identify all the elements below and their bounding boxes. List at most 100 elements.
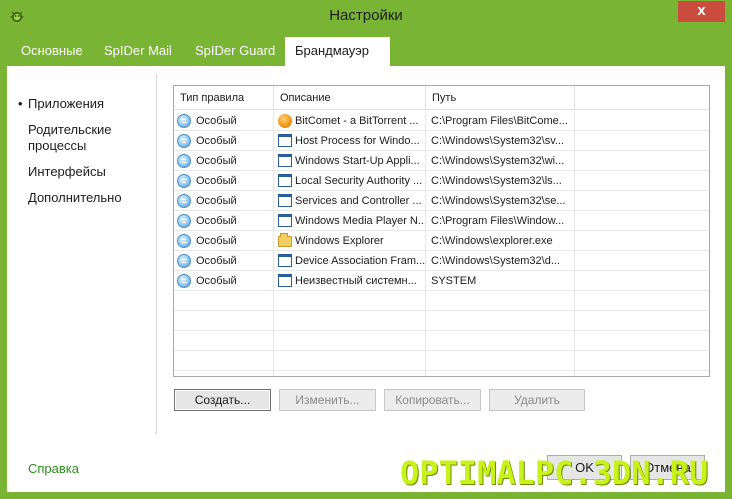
spare-cell <box>575 211 709 231</box>
table-row[interactable]: Особый Windows Explorer C:\Windows\explore… <box>174 231 709 251</box>
spare-cell <box>575 251 709 271</box>
column-header-path[interactable]: Путь <box>426 86 575 110</box>
spare-cell <box>575 231 709 251</box>
help-link[interactable]: Справка <box>28 461 79 476</box>
spare-cell <box>575 171 709 191</box>
rule-type-cell: Особый <box>174 111 274 131</box>
table-header: Тип правила Описание Путь <box>174 86 709 110</box>
tab-spider-guard[interactable]: SpIDer Guard <box>185 37 285 66</box>
empty-cell <box>426 311 575 331</box>
rule-type-icon <box>177 254 191 268</box>
description-cell: BitComet - a BitTorrent ... <box>274 111 426 131</box>
empty-cell <box>274 291 426 311</box>
rule-type-cell: Особый <box>174 271 274 291</box>
sidebar-item-parent-processes[interactable]: Родительские процессы <box>18 122 128 154</box>
table-row[interactable]: Особый Host Process for Windo... C:\Window… <box>174 131 709 151</box>
description-label: Local Security Authority ... <box>295 175 423 187</box>
table-row[interactable]: Особый Services and Controller ... C:\Wind… <box>174 191 709 211</box>
rule-type-icon <box>177 154 191 168</box>
path-cell: C:\Windows\System32\d... <box>426 251 575 271</box>
close-icon: x <box>697 2 706 19</box>
watermark: OPTIMALPC.3DN.RU <box>400 454 709 492</box>
rule-type-label: Особый <box>196 195 237 207</box>
window-icon <box>278 174 292 187</box>
description-label: Services and Controller ... <box>295 195 422 207</box>
edit-button[interactable]: Изменить... <box>279 389 376 411</box>
copy-button[interactable]: Копировать... <box>384 389 481 411</box>
sidebar-item-label: Родительские процессы <box>28 122 112 153</box>
create-button[interactable]: Создать... <box>174 389 271 411</box>
tab-firewall[interactable]: Брандмауэр <box>285 37 390 66</box>
sidebar-item-advanced[interactable]: Дополнительно <box>18 190 148 206</box>
description-cell: Windows Media Player N... <box>274 211 426 231</box>
title-bar: Настройки x <box>0 0 732 33</box>
column-header-description[interactable]: Описание <box>274 86 426 110</box>
sidebar-item-label: Интерфейсы <box>28 164 106 179</box>
empty-cell <box>426 371 575 376</box>
window-icon <box>278 134 292 147</box>
rule-type-icon <box>177 174 191 188</box>
rule-type-label: Особый <box>196 235 237 247</box>
empty-cell <box>174 331 274 351</box>
table-row[interactable]: Особый BitComet - a BitTorrent ... C:\Prog… <box>174 111 709 131</box>
empty-cell <box>575 331 709 351</box>
empty-cell <box>274 331 426 351</box>
empty-table-row <box>174 331 709 351</box>
description-label: Windows Start-Up Appli... <box>295 155 420 167</box>
tab-bar: Основные SpIDer Mail SpIDer Guard Брандм… <box>0 33 732 66</box>
window-icon <box>278 194 292 207</box>
window-icon <box>278 214 292 227</box>
description-cell: Device Association Fram... <box>274 251 426 271</box>
rule-type-icon <box>177 134 191 148</box>
window-title: Настройки <box>329 7 403 24</box>
table-row[interactable]: Особый Windows Start-Up Appli... C:\Window… <box>174 151 709 171</box>
path-cell: C:\Program Files\Window... <box>426 211 575 231</box>
description-label: BitComet - a BitTorrent ... <box>295 115 419 127</box>
description-cell: Windows Explorer <box>274 231 426 251</box>
close-button[interactable]: x <box>678 1 725 22</box>
empty-cell <box>426 291 575 311</box>
description-label: Device Association Fram... <box>295 255 426 267</box>
rule-type-cell: Особый <box>174 211 274 231</box>
frame-border-bottom <box>0 492 732 499</box>
rule-type-label: Особый <box>196 275 237 287</box>
rule-type-icon <box>177 274 191 288</box>
description-cell: Services and Controller ... <box>274 191 426 211</box>
sidebar-item-interfaces[interactable]: Интерфейсы <box>18 164 148 180</box>
path-cell: SYSTEM <box>426 271 575 291</box>
sidebar-item-label: Дополнительно <box>28 190 122 205</box>
table-row[interactable]: Особый Device Association Fram... C:\Windo… <box>174 251 709 271</box>
empty-table-row <box>174 291 709 311</box>
path-cell: C:\Windows\System32\wi... <box>426 151 575 171</box>
empty-cell <box>575 311 709 331</box>
table-row[interactable]: Особый Windows Media Player N... C:\Progra… <box>174 211 709 231</box>
spare-cell <box>575 111 709 131</box>
path-cell: C:\Windows\System32\ls... <box>426 171 575 191</box>
table-row[interactable]: Особый Local Security Authority ... C:\Win… <box>174 171 709 191</box>
rule-type-label: Особый <box>196 175 237 187</box>
path-cell: C:\Windows\System32\se... <box>426 191 575 211</box>
empty-cell <box>426 331 575 351</box>
rule-type-icon <box>177 194 191 208</box>
tab-spider-mail[interactable]: SpIDer Mail <box>94 37 182 66</box>
folder-explorer-icon <box>278 233 292 247</box>
rules-table[interactable]: Тип правила Описание Путь Особый BitComet… <box>173 85 710 377</box>
rule-type-label: Особый <box>196 115 237 127</box>
description-label: Неизвестный системн... <box>295 275 417 287</box>
empty-cell <box>575 371 709 376</box>
sidebar-item-applications[interactable]: • Приложения <box>18 96 148 112</box>
delete-button[interactable]: Удалить <box>489 389 585 411</box>
column-header-spare <box>575 86 709 110</box>
spare-cell <box>575 191 709 211</box>
table-row[interactable]: Особый Неизвестный системн... SYSTEM <box>174 271 709 291</box>
rule-type-cell: Особый <box>174 191 274 211</box>
empty-cell <box>426 351 575 371</box>
empty-cell <box>174 351 274 371</box>
column-header-rule-type[interactable]: Тип правила <box>174 86 274 110</box>
empty-cell <box>174 291 274 311</box>
spare-cell <box>575 271 709 291</box>
window-icon <box>278 274 292 287</box>
window-icon <box>278 154 292 167</box>
tab-general[interactable]: Основные <box>11 37 93 66</box>
description-label: Host Process for Windo... <box>295 135 420 147</box>
